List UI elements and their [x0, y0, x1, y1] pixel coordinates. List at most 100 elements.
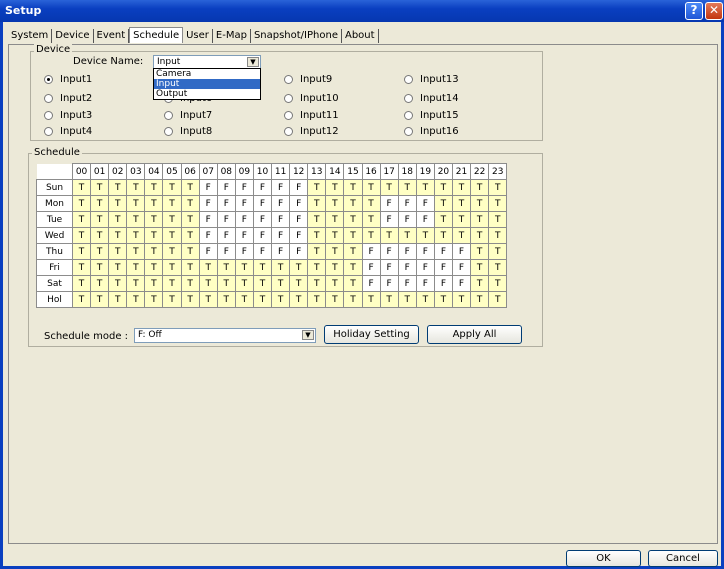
- schedule-cell[interactable]: T: [216, 259, 236, 276]
- schedule-cell[interactable]: F: [451, 243, 472, 260]
- tab-system[interactable]: System: [8, 29, 53, 43]
- schedule-cell[interactable]: T: [488, 195, 508, 212]
- dropdown-option-selected[interactable]: Input: [154, 79, 260, 89]
- radio-dot-icon[interactable]: [164, 127, 173, 136]
- schedule-cell[interactable]: T: [90, 275, 110, 292]
- schedule-cell[interactable]: T: [126, 195, 146, 212]
- schedule-cell[interactable]: T: [307, 195, 327, 212]
- schedule-cell[interactable]: T: [488, 211, 508, 228]
- schedule-cell[interactable]: F: [271, 195, 291, 212]
- schedule-cell[interactable]: T: [397, 227, 417, 244]
- apply-all-button[interactable]: Apply All: [427, 325, 522, 344]
- schedule-cell[interactable]: F: [252, 195, 273, 212]
- schedule-cell[interactable]: F: [415, 243, 435, 260]
- schedule-cell[interactable]: T: [325, 195, 345, 212]
- radio-dot-icon[interactable]: [284, 94, 293, 103]
- schedule-cell[interactable]: T: [325, 179, 345, 196]
- schedule-cell[interactable]: T: [144, 291, 164, 308]
- schedule-cell[interactable]: T: [234, 259, 254, 276]
- schedule-cell[interactable]: F: [379, 195, 399, 212]
- schedule-cell[interactable]: T: [144, 275, 164, 292]
- radio-dot-icon[interactable]: [404, 94, 413, 103]
- schedule-cell[interactable]: T: [108, 275, 128, 292]
- schedule-cell[interactable]: T: [252, 259, 273, 276]
- schedule-cell[interactable]: T: [470, 243, 490, 260]
- radio-input11[interactable]: Input11: [284, 110, 339, 121]
- schedule-cell[interactable]: T: [216, 275, 236, 292]
- schedule-cell[interactable]: F: [361, 243, 381, 260]
- schedule-cell[interactable]: F: [216, 227, 236, 244]
- radio-input9[interactable]: Input9: [284, 74, 332, 85]
- schedule-cell[interactable]: F: [361, 259, 381, 276]
- schedule-cell[interactable]: T: [325, 227, 345, 244]
- schedule-cell[interactable]: T: [126, 179, 146, 196]
- schedule-cell[interactable]: F: [397, 259, 417, 276]
- schedule-cell[interactable]: F: [216, 195, 236, 212]
- schedule-cell[interactable]: T: [180, 195, 200, 212]
- schedule-cell[interactable]: F: [252, 179, 273, 196]
- tab-schedule[interactable]: Schedule: [129, 27, 184, 43]
- schedule-cell[interactable]: T: [271, 275, 291, 292]
- schedule-cell[interactable]: F: [198, 243, 218, 260]
- dropdown-option[interactable]: Output: [154, 89, 260, 99]
- schedule-cell[interactable]: T: [470, 291, 490, 308]
- radio-input1[interactable]: Input1: [44, 74, 92, 85]
- schedule-cell[interactable]: T: [126, 275, 146, 292]
- schedule-cell[interactable]: T: [488, 227, 508, 244]
- schedule-cell[interactable]: F: [433, 259, 453, 276]
- schedule-cell[interactable]: T: [90, 195, 110, 212]
- schedule-cell[interactable]: F: [234, 243, 254, 260]
- schedule-cell[interactable]: T: [108, 179, 128, 196]
- ok-button[interactable]: OK: [566, 550, 641, 567]
- schedule-cell[interactable]: T: [451, 291, 472, 308]
- schedule-cell[interactable]: T: [162, 243, 182, 260]
- schedule-cell[interactable]: T: [470, 211, 490, 228]
- chevron-down-icon[interactable]: ▼: [247, 57, 259, 67]
- schedule-cell[interactable]: T: [488, 291, 508, 308]
- schedule-cell[interactable]: T: [71, 275, 92, 292]
- radio-input13[interactable]: Input13: [404, 74, 459, 85]
- tab-emap[interactable]: E-Map: [213, 29, 251, 43]
- schedule-cell[interactable]: T: [162, 291, 182, 308]
- schedule-cell[interactable]: F: [415, 259, 435, 276]
- schedule-cell[interactable]: F: [198, 195, 218, 212]
- radio-dot-icon[interactable]: [164, 111, 173, 120]
- schedule-cell[interactable]: T: [470, 227, 490, 244]
- schedule-cell[interactable]: F: [397, 275, 417, 292]
- schedule-cell[interactable]: T: [488, 259, 508, 276]
- schedule-cell[interactable]: T: [379, 291, 399, 308]
- radio-dot-icon[interactable]: [284, 75, 293, 84]
- radio-dot-icon[interactable]: [44, 75, 53, 84]
- schedule-cell[interactable]: T: [271, 291, 291, 308]
- schedule-cell[interactable]: T: [144, 195, 164, 212]
- schedule-cell[interactable]: T: [433, 227, 453, 244]
- schedule-cell[interactable]: T: [71, 211, 92, 228]
- help-button[interactable]: ?: [685, 2, 703, 20]
- schedule-cell[interactable]: F: [397, 243, 417, 260]
- schedule-cell[interactable]: T: [162, 275, 182, 292]
- radio-input3[interactable]: Input3: [44, 110, 92, 121]
- schedule-cell[interactable]: F: [289, 211, 309, 228]
- schedule-cell[interactable]: T: [71, 195, 92, 212]
- schedule-cell[interactable]: T: [71, 227, 92, 244]
- schedule-cell[interactable]: T: [162, 211, 182, 228]
- schedule-cell[interactable]: T: [271, 259, 291, 276]
- schedule-cell[interactable]: T: [108, 227, 128, 244]
- radio-input15[interactable]: Input15: [404, 110, 459, 121]
- schedule-cell[interactable]: T: [144, 227, 164, 244]
- radio-input14[interactable]: Input14: [404, 93, 459, 104]
- schedule-cell[interactable]: T: [162, 179, 182, 196]
- schedule-cell[interactable]: T: [71, 243, 92, 260]
- schedule-cell[interactable]: T: [397, 179, 417, 196]
- schedule-cell[interactable]: T: [108, 211, 128, 228]
- tab-snapshot[interactable]: Snapshot/IPhone: [251, 29, 342, 43]
- schedule-cell[interactable]: F: [252, 227, 273, 244]
- schedule-cell[interactable]: T: [451, 227, 472, 244]
- schedule-cell[interactable]: T: [451, 211, 472, 228]
- schedule-cell[interactable]: F: [379, 275, 399, 292]
- schedule-cell[interactable]: F: [234, 227, 254, 244]
- holiday-setting-button[interactable]: Holiday Setting: [324, 325, 419, 344]
- tab-device[interactable]: Device: [52, 29, 94, 43]
- schedule-cell[interactable]: T: [451, 195, 472, 212]
- dropdown-option[interactable]: Camera: [154, 69, 260, 79]
